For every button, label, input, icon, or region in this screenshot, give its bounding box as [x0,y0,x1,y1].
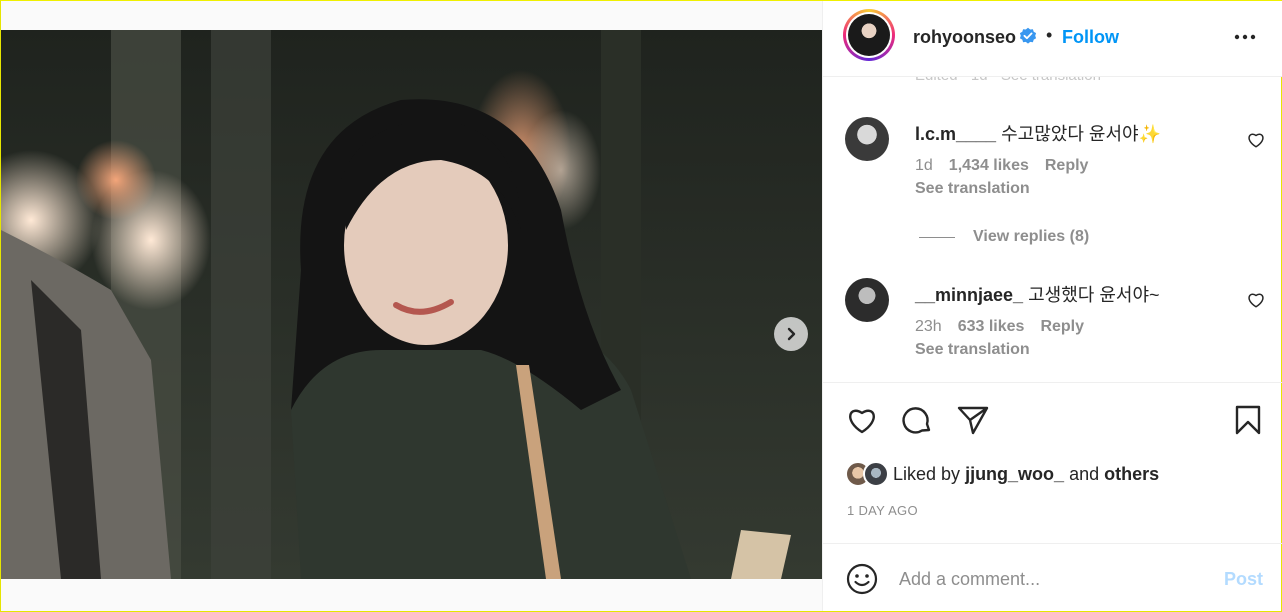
post-photo [1,30,822,579]
post-header: rohyoonseo • Follow [823,1,1282,77]
view-replies-label: View replies (8) [973,228,1090,245]
like-heart-icon[interactable] [845,403,879,437]
reply-button[interactable]: Reply [1045,157,1089,175]
see-translation-link[interactable]: See translation [915,341,1030,359]
comment-age[interactable]: 23h [915,318,942,336]
header-separator: • [1046,25,1053,45]
share-send-icon[interactable] [956,403,990,437]
replies-line [919,236,955,238]
comment-age[interactable]: 1d [915,157,933,175]
comment-bubble-icon[interactable] [900,403,934,437]
comment-like-heart-icon[interactable] [1247,131,1265,149]
more-options-icon[interactable] [1233,27,1257,47]
commenter-avatar[interactable] [845,117,889,161]
liked-by-prefix: Liked by [893,463,961,484]
see-translation-link[interactable]: See translation [915,180,1030,198]
post-side-panel: rohyoonseo • Follow Edited · 1d · See tr… [822,1,1282,611]
commenter-avatar[interactable] [845,278,889,322]
carousel-next-button[interactable] [774,317,808,351]
add-comment-input[interactable] [899,566,1209,592]
liked-by-text: Liked by jjung_woo_ and others [893,464,1159,485]
author-username[interactable]: rohyoonseo [913,27,1016,48]
comment-body: 수고많았다 윤서야✨ [1001,124,1161,144]
liked-by-and: and [1069,463,1100,484]
post-media[interactable] [1,30,822,579]
reply-button[interactable]: Reply [1040,318,1084,336]
comment-likes[interactable]: 1,434 likes [949,157,1029,175]
chevron-right-icon [787,327,796,341]
follow-button[interactable]: Follow [1062,27,1119,48]
comment-text: __minnjaee_ 고생했다 윤서야~ [915,281,1160,307]
commenter-username[interactable]: l.c.m____ [915,124,996,144]
save-bookmark-icon[interactable] [1231,403,1265,437]
emoji-icon[interactable] [845,562,879,596]
comment-text: l.c.m____ 수고많았다 윤서야✨ [915,120,1161,146]
liker-avatar[interactable] [863,461,889,487]
author-avatar[interactable] [843,9,895,61]
section-divider [823,382,1282,383]
post-comment-button[interactable]: Post [1224,569,1263,590]
comment-body: 고생했다 윤서야~ [1028,285,1160,305]
comment-likes[interactable]: 633 likes [958,318,1025,336]
liked-by-row: Liked by jjung_woo_ and others [845,461,1159,487]
verified-badge-icon [1019,27,1037,44]
comment-meta: 23h 633 likes Reply [915,318,1084,336]
comment-like-heart-icon[interactable] [1247,291,1265,309]
liked-by-others-link[interactable]: others [1104,464,1159,484]
commenter-username[interactable]: __minnjaee_ [915,285,1023,305]
add-comment-bar: Post [823,544,1282,611]
post-timestamp[interactable]: 1 DAY AGO [847,503,918,518]
liked-by-user-link[interactable]: jjung_woo_ [965,464,1064,484]
comment-meta: 1d 1,434 likes Reply [915,157,1088,175]
view-replies-button[interactable]: View replies (8) [919,228,1089,246]
